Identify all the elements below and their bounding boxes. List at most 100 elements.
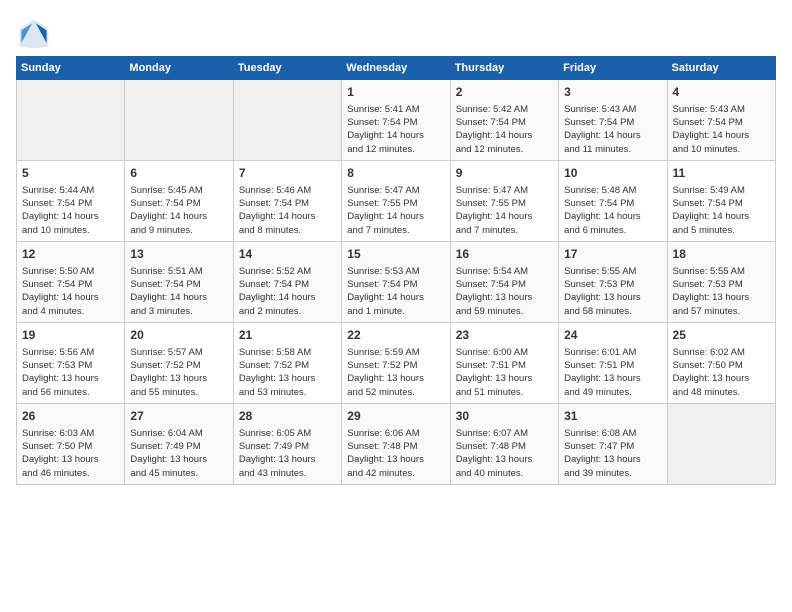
- calendar-cell: 2 Sunrise: 5:42 AM Sunset: 7:54 PM Daylig…: [450, 80, 558, 161]
- day-info: Sunrise: 5:55 AM Sunset: 7:53 PM Dayligh…: [673, 265, 770, 318]
- day-info: Sunrise: 6:05 AM Sunset: 7:49 PM Dayligh…: [239, 427, 336, 480]
- logo-icon: [16, 16, 52, 52]
- day-info: Sunrise: 6:08 AM Sunset: 7:47 PM Dayligh…: [564, 427, 661, 480]
- day-info: Sunrise: 5:57 AM Sunset: 7:52 PM Dayligh…: [130, 346, 227, 399]
- day-number: 30: [456, 408, 553, 425]
- day-info: Sunrise: 5:58 AM Sunset: 7:52 PM Dayligh…: [239, 346, 336, 399]
- day-number: 1: [347, 84, 444, 101]
- day-info: Sunrise: 6:02 AM Sunset: 7:50 PM Dayligh…: [673, 346, 770, 399]
- calendar-cell: 22 Sunrise: 5:59 AM Sunset: 7:52 PM Dayli…: [342, 322, 450, 403]
- weekday-header-saturday: Saturday: [667, 57, 775, 80]
- calendar-cell: 20 Sunrise: 5:57 AM Sunset: 7:52 PM Dayli…: [125, 322, 233, 403]
- weekday-header-friday: Friday: [559, 57, 667, 80]
- day-number: 14: [239, 246, 336, 263]
- calendar-cell: 6 Sunrise: 5:45 AM Sunset: 7:54 PM Daylig…: [125, 160, 233, 241]
- day-info: Sunrise: 6:07 AM Sunset: 7:48 PM Dayligh…: [456, 427, 553, 480]
- calendar-cell: [125, 80, 233, 161]
- day-info: Sunrise: 6:06 AM Sunset: 7:48 PM Dayligh…: [347, 427, 444, 480]
- day-number: 2: [456, 84, 553, 101]
- calendar-cell: 27 Sunrise: 6:04 AM Sunset: 7:49 PM Dayli…: [125, 403, 233, 484]
- week-row-4: 19 Sunrise: 5:56 AM Sunset: 7:53 PM Dayli…: [17, 322, 776, 403]
- day-info: Sunrise: 5:55 AM Sunset: 7:53 PM Dayligh…: [564, 265, 661, 318]
- calendar-cell: 24 Sunrise: 6:01 AM Sunset: 7:51 PM Dayli…: [559, 322, 667, 403]
- calendar-cell: 13 Sunrise: 5:51 AM Sunset: 7:54 PM Dayli…: [125, 241, 233, 322]
- calendar-cell: 1 Sunrise: 5:41 AM Sunset: 7:54 PM Daylig…: [342, 80, 450, 161]
- day-info: Sunrise: 5:53 AM Sunset: 7:54 PM Dayligh…: [347, 265, 444, 318]
- calendar-cell: 8Sunrise: 5:47 AM Sunset: 7:55 PM Daylig…: [342, 160, 450, 241]
- day-info: Sunrise: 5:47 AM Sunset: 7:55 PM Dayligh…: [456, 184, 553, 237]
- day-number: 11: [673, 165, 770, 182]
- week-row-5: 26Sunrise: 6:03 AM Sunset: 7:50 PM Dayli…: [17, 403, 776, 484]
- weekday-header-wednesday: Wednesday: [342, 57, 450, 80]
- day-info: Sunrise: 6:01 AM Sunset: 7:51 PM Dayligh…: [564, 346, 661, 399]
- day-number: 6: [130, 165, 227, 182]
- day-number: 27: [130, 408, 227, 425]
- day-number: 15: [347, 246, 444, 263]
- calendar-cell: [667, 403, 775, 484]
- weekday-header-monday: Monday: [125, 57, 233, 80]
- calendar-cell: 10Sunrise: 5:48 AM Sunset: 7:54 PM Dayli…: [559, 160, 667, 241]
- calendar-cell: 15 Sunrise: 5:53 AM Sunset: 7:54 PM Dayli…: [342, 241, 450, 322]
- calendar-cell: 30 Sunrise: 6:07 AM Sunset: 7:48 PM Dayli…: [450, 403, 558, 484]
- day-number: 16: [456, 246, 553, 263]
- day-number: 3: [564, 84, 661, 101]
- weekday-header-sunday: Sunday: [17, 57, 125, 80]
- calendar-table: SundayMondayTuesdayWednesdayThursdayFrid…: [16, 56, 776, 485]
- day-info: Sunrise: 5:52 AM Sunset: 7:54 PM Dayligh…: [239, 265, 336, 318]
- calendar-cell: 31 Sunrise: 6:08 AM Sunset: 7:47 PM Dayli…: [559, 403, 667, 484]
- day-number: 21: [239, 327, 336, 344]
- calendar-cell: 4Sunrise: 5:43 AM Sunset: 7:54 PM Daylig…: [667, 80, 775, 161]
- calendar-cell: 19 Sunrise: 5:56 AM Sunset: 7:53 PM Dayli…: [17, 322, 125, 403]
- calendar-cell: 21 Sunrise: 5:58 AM Sunset: 7:52 PM Dayli…: [233, 322, 341, 403]
- day-info: Sunrise: 5:43 AM Sunset: 7:54 PM Dayligh…: [673, 103, 770, 156]
- day-number: 22: [347, 327, 444, 344]
- day-info: Sunrise: 5:54 AM Sunset: 7:54 PM Dayligh…: [456, 265, 553, 318]
- calendar-cell: 5 Sunrise: 5:44 AM Sunset: 7:54 PM Daylig…: [17, 160, 125, 241]
- day-info: Sunrise: 5:48 AM Sunset: 7:54 PM Dayligh…: [564, 184, 661, 237]
- calendar-cell: 12 Sunrise: 5:50 AM Sunset: 7:54 PM Dayli…: [17, 241, 125, 322]
- calendar-cell: 3 Sunrise: 5:43 AM Sunset: 7:54 PM Daylig…: [559, 80, 667, 161]
- day-number: 19: [22, 327, 119, 344]
- day-info: Sunrise: 6:04 AM Sunset: 7:49 PM Dayligh…: [130, 427, 227, 480]
- day-info: Sunrise: 5:45 AM Sunset: 7:54 PM Dayligh…: [130, 184, 227, 237]
- calendar-cell: 7Sunrise: 5:46 AM Sunset: 7:54 PM Daylig…: [233, 160, 341, 241]
- week-row-2: 5 Sunrise: 5:44 AM Sunset: 7:54 PM Daylig…: [17, 160, 776, 241]
- calendar-cell: 23 Sunrise: 6:00 AM Sunset: 7:51 PM Dayli…: [450, 322, 558, 403]
- day-info: Sunrise: 6:00 AM Sunset: 7:51 PM Dayligh…: [456, 346, 553, 399]
- day-number: 5: [22, 165, 119, 182]
- day-number: 28: [239, 408, 336, 425]
- weekday-header-thursday: Thursday: [450, 57, 558, 80]
- weekday-header-row: SundayMondayTuesdayWednesdayThursdayFrid…: [17, 57, 776, 80]
- day-info: Sunrise: 5:51 AM Sunset: 7:54 PM Dayligh…: [130, 265, 227, 318]
- day-info: Sunrise: 5:43 AM Sunset: 7:54 PM Dayligh…: [564, 103, 661, 156]
- day-info: Sunrise: 5:42 AM Sunset: 7:54 PM Dayligh…: [456, 103, 553, 156]
- day-number: 20: [130, 327, 227, 344]
- day-info: Sunrise: 5:50 AM Sunset: 7:54 PM Dayligh…: [22, 265, 119, 318]
- calendar-cell: 11 Sunrise: 5:49 AM Sunset: 7:54 PM Dayli…: [667, 160, 775, 241]
- day-number: 12: [22, 246, 119, 263]
- calendar-cell: [233, 80, 341, 161]
- calendar-cell: 14 Sunrise: 5:52 AM Sunset: 7:54 PM Dayli…: [233, 241, 341, 322]
- day-info: Sunrise: 5:59 AM Sunset: 7:52 PM Dayligh…: [347, 346, 444, 399]
- day-info: Sunrise: 5:41 AM Sunset: 7:54 PM Dayligh…: [347, 103, 444, 156]
- day-number: 29: [347, 408, 444, 425]
- calendar-cell: 16 Sunrise: 5:54 AM Sunset: 7:54 PM Dayli…: [450, 241, 558, 322]
- calendar-cell: 29 Sunrise: 6:06 AM Sunset: 7:48 PM Dayli…: [342, 403, 450, 484]
- day-info: Sunrise: 5:49 AM Sunset: 7:54 PM Dayligh…: [673, 184, 770, 237]
- day-number: 13: [130, 246, 227, 263]
- day-number: 24: [564, 327, 661, 344]
- day-info: Sunrise: 6:03 AM Sunset: 7:50 PM Dayligh…: [22, 427, 119, 480]
- day-number: 18: [673, 246, 770, 263]
- day-number: 9: [456, 165, 553, 182]
- calendar-cell: 17 Sunrise: 5:55 AM Sunset: 7:53 PM Dayli…: [559, 241, 667, 322]
- logo: [16, 16, 56, 52]
- day-number: 23: [456, 327, 553, 344]
- day-number: 17: [564, 246, 661, 263]
- day-number: 31: [564, 408, 661, 425]
- calendar-cell: 18 Sunrise: 5:55 AM Sunset: 7:53 PM Dayli…: [667, 241, 775, 322]
- day-number: 7: [239, 165, 336, 182]
- week-row-1: 1 Sunrise: 5:41 AM Sunset: 7:54 PM Daylig…: [17, 80, 776, 161]
- day-info: Sunrise: 5:44 AM Sunset: 7:54 PM Dayligh…: [22, 184, 119, 237]
- day-number: 25: [673, 327, 770, 344]
- day-info: Sunrise: 5:56 AM Sunset: 7:53 PM Dayligh…: [22, 346, 119, 399]
